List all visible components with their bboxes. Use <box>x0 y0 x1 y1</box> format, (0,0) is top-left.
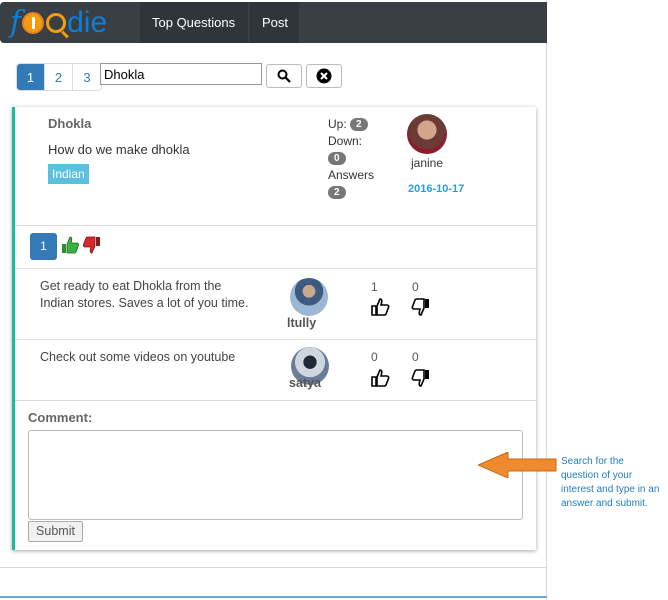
footer-divider <box>0 567 547 568</box>
question-tag[interactable]: Indian <box>48 164 89 184</box>
comment-textarea[interactable] <box>28 430 523 520</box>
answers-count-badge: 2 <box>328 186 346 200</box>
answer-user-name: ltully <box>287 316 317 330</box>
page-3-button[interactable]: 3 <box>73 64 101 90</box>
thumbs-up-icon[interactable] <box>60 235 80 255</box>
search-input[interactable] <box>100 63 262 85</box>
answer-up-count: 0 <box>371 350 378 364</box>
answers-page-1-button[interactable]: 1 <box>30 233 57 260</box>
thumbs-up-icon[interactable] <box>370 368 390 388</box>
search-icon <box>277 69 291 83</box>
submit-button[interactable]: Submit <box>28 521 83 542</box>
answer-down-count: 0 <box>412 280 419 294</box>
answer-up-count: 1 <box>371 280 378 294</box>
divider <box>15 400 536 401</box>
page-1-button[interactable]: 1 <box>17 64 45 90</box>
search-button[interactable] <box>266 64 302 88</box>
comment-label: Comment: <box>28 410 93 425</box>
question-user-avatar <box>407 114 447 154</box>
question-card: Dhokla How do we make dhokla Indian Up: … <box>12 107 536 550</box>
question-body: How do we make dhokla <box>48 142 190 157</box>
answer-text: Check out some videos on youtube <box>40 350 236 364</box>
nav-post[interactable]: Post <box>250 2 299 43</box>
thumbs-down-icon[interactable] <box>82 235 102 255</box>
question-stats: Up: 2 Down: 0 Answers 2 <box>328 116 374 201</box>
answer-user-name: satya <box>289 376 321 390</box>
utensils-icon <box>22 12 45 34</box>
answer-user-avatar <box>290 278 328 316</box>
divider <box>15 268 536 269</box>
answer-text: Get ready to eat Dhokla from the Indian … <box>40 279 249 310</box>
brand-logo[interactable]: f die <box>10 5 107 41</box>
app-window: f die Top Questions Post 1 2 3 Dhokla Ho… <box>0 0 547 600</box>
footer-bar <box>0 596 547 598</box>
logo-letter: f <box>10 5 22 40</box>
logo-text: die <box>67 6 108 39</box>
up-label: Up: <box>328 117 347 131</box>
down-count-badge: 0 <box>328 152 346 166</box>
annotation-arrow-icon <box>478 452 557 478</box>
question-user-name: janine <box>411 156 444 170</box>
divider <box>15 225 536 226</box>
divider <box>15 339 536 340</box>
thumbs-down-icon[interactable] <box>411 297 431 317</box>
thumbs-down-icon[interactable] <box>411 368 431 388</box>
down-label: Down: <box>328 134 363 148</box>
annotation-note: Search for the question of your interest… <box>561 456 660 509</box>
question-pager: 1 2 3 <box>16 63 102 91</box>
answer-down-count: 0 <box>412 350 419 364</box>
navbar: f die Top Questions Post <box>0 2 547 43</box>
clear-search-button[interactable] <box>306 64 342 88</box>
nav-top-questions[interactable]: Top Questions <box>140 2 248 43</box>
answers-label: Answers <box>328 168 375 182</box>
thumbs-up-icon[interactable] <box>370 297 390 317</box>
close-circle-icon <box>316 68 332 84</box>
up-count-badge: 2 <box>350 118 368 132</box>
question-date: 2016-10-17 <box>408 183 465 195</box>
page-2-button[interactable]: 2 <box>45 64 73 90</box>
question-title[interactable]: Dhokla <box>48 116 91 131</box>
magnifier-icon <box>46 13 67 33</box>
